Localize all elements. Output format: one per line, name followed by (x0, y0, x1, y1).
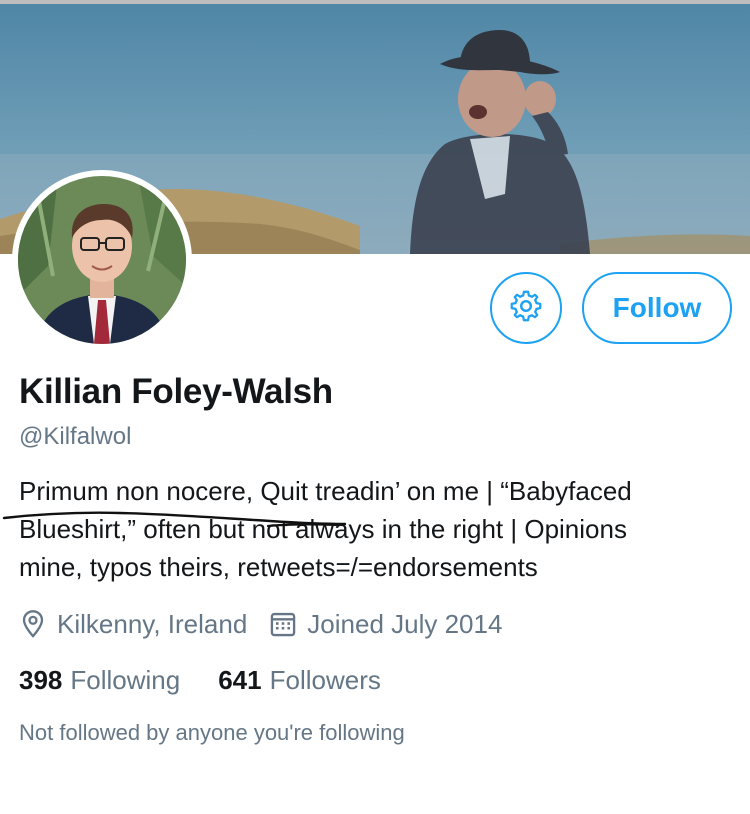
not-followed-notice: Not followed by anyone you're following (19, 720, 405, 745)
followers-count: 641 (218, 664, 262, 695)
joined-item: Joined July 2014 (269, 609, 502, 640)
settings-button[interactable] (490, 272, 562, 344)
joined-text: Joined July 2014 (307, 608, 503, 639)
profile-meta: Kilkenny, Ireland Joined July 2014 (19, 604, 502, 644)
followers-label: Followers (269, 664, 381, 695)
map-pin-icon (19, 609, 47, 639)
location-text: Kilkenny, Ireland (57, 608, 248, 639)
gear-icon (508, 288, 544, 329)
location-item: Kilkenny, Ireland (19, 609, 247, 640)
following-count: 398 (19, 664, 63, 695)
follow-button-label: Follow (612, 292, 702, 323)
profile-name: Killian Foley-Walsh (19, 372, 333, 411)
follow-stats: 398 Following 641 Followers (19, 660, 381, 700)
avatar-photo (18, 176, 186, 344)
calendar-icon (269, 610, 297, 638)
following-label: Following (70, 664, 181, 695)
profile-handle: @Kilfalwol (19, 423, 132, 450)
followers-link[interactable]: 641 Followers (218, 665, 381, 696)
follow-button[interactable]: Follow (582, 272, 732, 344)
handwritten-underline (2, 511, 347, 528)
profile-avatar[interactable] (12, 170, 192, 350)
following-link[interactable]: 398 Following (19, 665, 180, 696)
bio-line: mine, typos theirs, retweets=/=endorseme… (19, 552, 538, 582)
